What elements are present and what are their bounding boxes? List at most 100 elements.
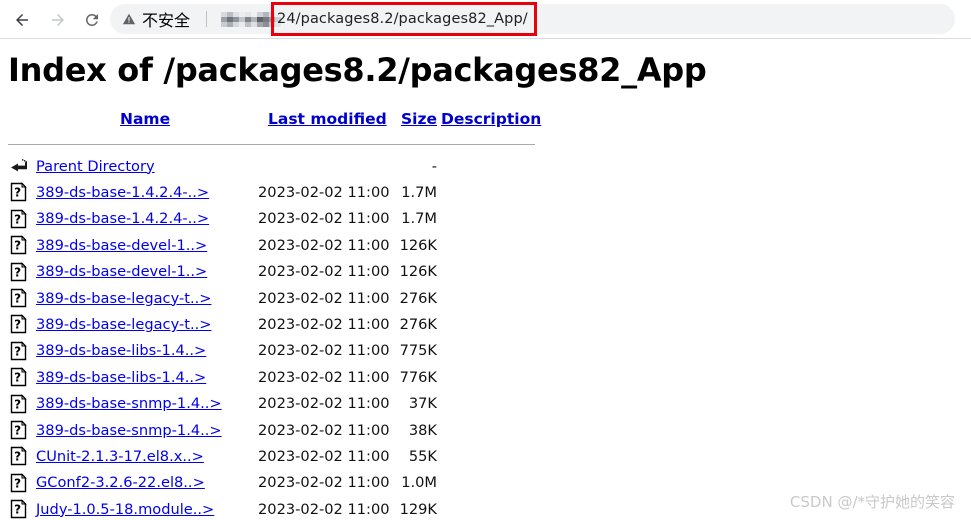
table-row: ? 389-ds-base-1.4.2.4-..> 2023-02-02 11:00… — [0, 179, 560, 205]
file-link[interactable]: 389-ds-base-snmp-1.4..> — [36, 391, 222, 417]
file-size: 126K — [399, 236, 437, 254]
file-link[interactable]: 389-ds-base-devel-1..> — [36, 232, 207, 258]
unknown-file-icon: ? — [9, 182, 29, 202]
index-row-list: Parent Directory -? 389-ds-base-1.4.2.4-..… — [0, 153, 560, 520]
svg-text:?: ? — [14, 186, 21, 200]
back-button[interactable] — [8, 6, 36, 34]
svg-text:?: ? — [14, 423, 21, 437]
table-row: ? 389-ds-base-libs-1.4..> 2023-02-02 11:00… — [0, 364, 560, 390]
csdn-watermark: CSDN @/*守护她的笑容 — [789, 493, 955, 511]
svg-text:?: ? — [14, 476, 21, 490]
unknown-file-icon: ? — [9, 420, 29, 440]
file-size: 775K — [399, 342, 437, 360]
security-status-label: 不安全 — [142, 13, 191, 30]
unknown-file-icon: ? — [9, 288, 29, 308]
file-link[interactable]: 389-ds-base-libs-1.4..> — [36, 338, 206, 364]
svg-text:?: ? — [14, 502, 21, 516]
svg-text:?: ? — [14, 318, 21, 332]
url-text[interactable]: 24/packages8.2/packages82_App/ — [277, 4, 528, 34]
svg-text:?: ? — [14, 450, 21, 464]
column-header-size[interactable]: Size — [401, 110, 437, 128]
file-last-modified: 2023-02-02 11:00 — [258, 368, 390, 386]
file-last-modified: 2023-02-02 11:00 — [258, 316, 390, 334]
file-last-modified: 2023-02-02 11:00 — [258, 263, 390, 281]
svg-text:?: ? — [14, 397, 21, 411]
unknown-file-icon: ? — [9, 235, 29, 255]
file-link[interactable]: 389-ds-base-devel-1..> — [36, 259, 207, 285]
unknown-file-icon: ? — [9, 367, 29, 387]
file-size: 1.7M — [401, 210, 437, 228]
unknown-file-icon: ? — [9, 472, 29, 493]
file-last-modified: 2023-02-02 11:00 — [258, 184, 390, 202]
file-size: 276K — [399, 289, 437, 307]
column-header-last-modified[interactable]: Last modified — [268, 110, 387, 128]
table-row: ? 389-ds-base-1.4.2.4-..> 2023-02-02 11:00… — [0, 206, 560, 232]
table-row: ? CUnit-2.1.3-17.el8.x..> 2023-02-02 11:00… — [0, 443, 560, 469]
address-bar[interactable]: 不安全 24/packages8.2/packages82_App/ — [110, 4, 955, 34]
table-row: ? 389-ds-base-devel-1..> 2023-02-02 11:00 1… — [0, 232, 560, 258]
file-size: 776K — [399, 368, 437, 386]
omnibox-divider — [206, 11, 207, 27]
column-header-name[interactable]: Name — [120, 110, 170, 128]
index-column-headers: Name Last modified Size Description — [0, 110, 560, 134]
file-size: 55K — [408, 447, 437, 465]
file-link[interactable]: Parent Directory — [36, 153, 155, 179]
file-last-modified: 2023-02-02 11:00 — [258, 395, 390, 413]
table-row: ? 389-ds-base-legacy-t..> 2023-02-02 11:00… — [0, 311, 560, 337]
table-row: ? 389-ds-base-libs-1.4..> 2023-02-02 11:00… — [0, 338, 560, 364]
unknown-file-icon: ? — [9, 314, 29, 334]
file-last-modified: 2023-02-02 11:00 — [258, 421, 390, 439]
file-link[interactable]: 389-ds-base-1.4.2.4-..> — [36, 206, 209, 232]
svg-text:?: ? — [14, 344, 21, 358]
column-header-description[interactable]: Description — [441, 110, 541, 128]
table-row: ? 389-ds-base-devel-1..> 2023-02-02 11:00 1… — [0, 259, 560, 285]
directory-index-page: Index of /packages8.2/packages82_App Nam… — [0, 39, 971, 520]
file-link[interactable]: Judy-1.0.5-18.module..> — [36, 496, 214, 520]
table-row: ? Judy-1.0.5-18.module..> 2023-02-02 11:00… — [0, 496, 560, 520]
unknown-file-icon: ? — [9, 341, 29, 361]
page-title: Index of /packages8.2/packages82_App — [8, 51, 707, 89]
file-size: 38K — [408, 421, 437, 439]
file-link[interactable]: 389-ds-base-snmp-1.4..> — [36, 417, 222, 443]
svg-text:?: ? — [14, 265, 21, 279]
file-size: 1.0M — [401, 474, 437, 492]
file-last-modified: 2023-02-02 11:00 — [258, 210, 390, 228]
svg-text:?: ? — [14, 371, 21, 385]
file-last-modified: 2023-02-02 11:00 — [258, 500, 390, 518]
file-size: 126K — [399, 263, 437, 281]
file-link[interactable]: GConf2-3.2.6-22.el8..> — [36, 470, 205, 496]
file-last-modified: 2023-02-02 11:00 — [258, 342, 390, 360]
unknown-file-icon: ? — [9, 209, 29, 229]
table-row: ? GConf2-3.2.6-22.el8..> 2023-02-02 11:00 1… — [0, 470, 560, 496]
file-last-modified: 2023-02-02 11:00 — [258, 447, 390, 465]
file-link[interactable]: 389-ds-base-1.4.2.4-..> — [36, 179, 209, 205]
file-link[interactable]: 389-ds-base-legacy-t..> — [36, 311, 211, 337]
redacted-host-mosaic — [221, 12, 281, 27]
unknown-file-icon: ? — [9, 261, 29, 282]
forward-button[interactable] — [44, 6, 72, 34]
table-row: Parent Directory - — [0, 153, 560, 179]
table-row: ? 389-ds-base-snmp-1.4..> 2023-02-02 11:00… — [0, 391, 560, 417]
header-divider — [8, 144, 535, 145]
svg-text:?: ? — [14, 291, 21, 305]
file-size: 1.7M — [401, 184, 437, 202]
file-size: - — [431, 157, 437, 175]
svg-text:?: ? — [14, 212, 21, 226]
file-link[interactable]: CUnit-2.1.3-17.el8.x..> — [36, 443, 204, 469]
file-size: 276K — [399, 316, 437, 334]
unknown-file-icon: ? — [9, 446, 29, 466]
parent-directory-icon — [9, 156, 29, 176]
file-link[interactable]: 389-ds-base-legacy-t..> — [36, 285, 211, 311]
security-status-chip[interactable]: 不安全 — [122, 4, 190, 34]
table-row: ? 389-ds-base-snmp-1.4..> 2023-02-02 11:00… — [0, 417, 560, 443]
arrow-right-icon — [52, 14, 64, 26]
file-last-modified: 2023-02-02 11:00 — [258, 474, 390, 492]
unknown-file-icon: ? — [9, 393, 29, 414]
reload-button[interactable] — [78, 6, 106, 34]
browser-toolbar: 不安全 24/packages8.2/packages82_App/ — [0, 0, 971, 39]
file-link[interactable]: 389-ds-base-libs-1.4..> — [36, 364, 206, 390]
unknown-file-icon: ? — [9, 499, 29, 519]
reload-icon — [85, 13, 98, 26]
svg-text:?: ? — [14, 239, 21, 253]
file-last-modified: 2023-02-02 11:00 — [258, 289, 390, 307]
